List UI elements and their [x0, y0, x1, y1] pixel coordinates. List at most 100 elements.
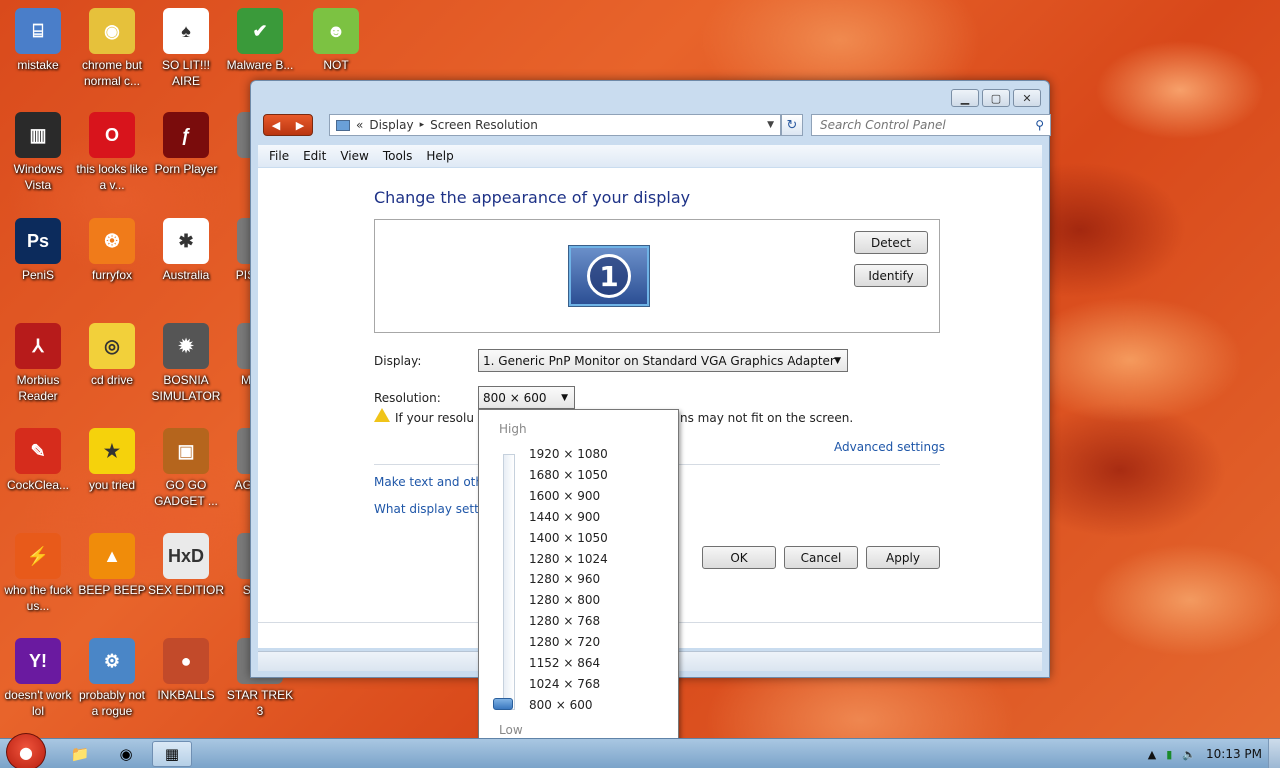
menu-file[interactable]: File: [262, 149, 296, 163]
desktop-icon-cards[interactable]: ♠ SO LIT!!! AIRE: [148, 8, 224, 89]
monitor-number: 1: [587, 254, 631, 298]
resolution-option[interactable]: 1680 × 1050: [529, 468, 608, 482]
desktop-icon-winamp[interactable]: ⚡ who the fuck us...: [0, 533, 76, 614]
resolution-option[interactable]: 1280 × 960: [529, 572, 600, 586]
menu-view[interactable]: View: [333, 149, 375, 163]
resolution-slider-thumb[interactable]: [493, 698, 513, 710]
desktop-icon-photoshop[interactable]: Ps PeniS: [0, 218, 76, 283]
desktop-icon-computer[interactable]: ⌸ mistake: [0, 8, 76, 73]
search-input[interactable]: [820, 118, 1020, 132]
desktop-icon-label: doesn't work lol: [4, 688, 72, 718]
desktop-icon-spider-card[interactable]: ✱ Australia: [148, 218, 224, 283]
address-dropdown-icon[interactable]: ▼: [767, 120, 774, 130]
identify-button[interactable]: Identify: [854, 264, 928, 287]
pig-icon: ☻: [313, 8, 359, 54]
ok-button[interactable]: OK: [702, 546, 776, 569]
search-icon[interactable]: ⚲: [1035, 118, 1044, 132]
cards-icon: ♠: [163, 8, 209, 54]
desktop-icon-chrome[interactable]: ◉ chrome but normal c...: [74, 8, 150, 89]
back-arrow-icon[interactable]: ◀: [272, 119, 280, 132]
pdf-icon: ⅄: [15, 323, 61, 369]
advanced-settings-link[interactable]: Advanced settings: [834, 440, 945, 454]
desktop-icon-gears[interactable]: ⚙ probably not a rogue: [74, 638, 150, 719]
desktop-icon-briefcase[interactable]: ▣ GO GO GADGET ...: [148, 428, 224, 509]
minimize-button[interactable]: ▁: [951, 89, 979, 107]
resolution-option[interactable]: 1600 × 900: [529, 489, 600, 503]
resolution-dropdown: High 1920 × 1080 1680 × 1050 1600 × 900 144…: [478, 409, 679, 748]
chrome-icon: ◉: [89, 8, 135, 54]
address-bar[interactable]: « Display ▸ Screen Resolution ▼: [329, 114, 781, 136]
resolution-option[interactable]: 1280 × 1024: [529, 552, 608, 566]
desktop-icon-opera[interactable]: Othis looks like a v...: [74, 112, 150, 193]
text-size-link[interactable]: Make text and oth: [374, 475, 483, 489]
desktop-icon-flash[interactable]: ƒ Porn Player: [148, 112, 224, 177]
resolution-slider-track[interactable]: [503, 454, 515, 710]
detect-button[interactable]: Detect: [854, 231, 928, 254]
desktop-icon-label: mistake: [17, 58, 59, 72]
apply-button[interactable]: Apply: [866, 546, 940, 569]
desktop-icon-label: SEX EDITIOR: [148, 583, 225, 597]
desktop-icon-trash[interactable]: ▥ Windows Vista: [0, 112, 76, 193]
show-desktop-button[interactable]: [1268, 739, 1280, 768]
high-label: High: [499, 422, 527, 436]
desktop-icon-yahoo[interactable]: Y! doesn't work lol: [0, 638, 76, 719]
resolution-option[interactable]: 1280 × 768: [529, 614, 600, 628]
maximize-button[interactable]: ▢: [982, 89, 1010, 107]
desktop-icon-label: chrome but normal c...: [81, 58, 143, 88]
desktop-icon-inkball[interactable]: ● INKBALLS: [148, 638, 224, 703]
display-select[interactable]: 1. Generic PnP Monitor on Standard VGA G…: [478, 349, 848, 372]
desktop-icon-shield[interactable]: ✔ Malware B...: [222, 8, 298, 73]
desktop-icon-label: BOSNIA SIMULATOR: [151, 373, 221, 403]
resolution-value: 800 × 600: [483, 390, 547, 405]
breadcrumb-screen-resolution[interactable]: Screen Resolution: [430, 118, 538, 132]
desktop-icon-label: you tried: [88, 478, 136, 492]
display-value: 1. Generic PnP Monitor on Standard VGA G…: [483, 353, 835, 368]
show-hidden-icons-icon[interactable]: ▲: [1148, 748, 1156, 761]
desktop-icon-vlc[interactable]: ▲ BEEP BEEP: [74, 533, 150, 598]
desktop-icon-label: Windows Vista: [13, 162, 63, 192]
desktop-icon-mine[interactable]: ✹ BOSNIA SIMULATOR: [148, 323, 224, 404]
resolution-option[interactable]: 800 × 600: [529, 698, 593, 712]
network-icon[interactable]: ▮: [1166, 748, 1172, 761]
monitor-1-icon[interactable]: 1: [569, 246, 649, 306]
resolution-option[interactable]: 1024 × 768: [529, 677, 600, 691]
control-panel-taskbar-icon[interactable]: ▦: [152, 741, 192, 767]
desktop-icon-label: Porn Player: [154, 162, 218, 176]
explorer-taskbar-icon[interactable]: 📁: [60, 741, 100, 767]
cancel-button[interactable]: Cancel: [784, 546, 858, 569]
chevron-down-icon: ▼: [561, 392, 568, 403]
desktop-icon-pdf[interactable]: ⅄ Morbius Reader: [0, 323, 76, 404]
resolution-select[interactable]: 800 × 600 ▼: [478, 386, 575, 409]
forward-arrow-icon[interactable]: ▶: [296, 119, 304, 132]
chrome-taskbar-icon[interactable]: ◉: [106, 741, 146, 767]
volume-icon[interactable]: 🔈: [1182, 748, 1196, 761]
desktop-icon-label: probably not a rogue: [78, 688, 146, 718]
warning-row: [374, 408, 390, 422]
display-settings-link[interactable]: What display setti: [374, 502, 482, 516]
breadcrumb-separator: ▸: [419, 120, 425, 130]
system-tray: ▲ ▮ 🔈 10:13 PM: [1143, 739, 1280, 768]
desktop-icon-hxd[interactable]: HxD SEX EDITIOR: [148, 533, 224, 598]
menu-edit[interactable]: Edit: [296, 149, 333, 163]
resolution-option[interactable]: 1400 × 1050: [529, 531, 608, 545]
desktop-icon-label: CockClea...: [6, 478, 70, 492]
menu-tools[interactable]: Tools: [376, 149, 420, 163]
resolution-option[interactable]: 1280 × 720: [529, 635, 600, 649]
desktop-icon-star[interactable]: ★ you tried: [74, 428, 150, 493]
desktop-icon-ccleaner[interactable]: ✎ CockClea...: [0, 428, 76, 493]
resolution-option[interactable]: 1152 × 864: [529, 656, 600, 670]
resolution-option[interactable]: 1280 × 800: [529, 593, 600, 607]
desktop-icon-label: GO GO GADGET ...: [154, 478, 218, 508]
start-button[interactable]: ●: [6, 733, 46, 768]
breadcrumb-display[interactable]: Display: [369, 118, 413, 132]
resolution-option[interactable]: 1920 × 1080: [529, 447, 608, 461]
desktop-icon-cd[interactable]: ◎ cd drive: [74, 323, 150, 388]
desktop-icon-firefox[interactable]: ❂ furryfox: [74, 218, 150, 283]
clock[interactable]: 10:13 PM: [1206, 747, 1262, 761]
menu-help[interactable]: Help: [419, 149, 460, 163]
resolution-option[interactable]: 1440 × 900: [529, 510, 600, 524]
page-title: Change the appearance of your display: [374, 188, 691, 207]
close-button[interactable]: ✕: [1013, 89, 1041, 107]
desktop-icon-pig[interactable]: ☻ NOT: [298, 8, 374, 73]
refresh-icon[interactable]: ↻: [781, 114, 803, 136]
